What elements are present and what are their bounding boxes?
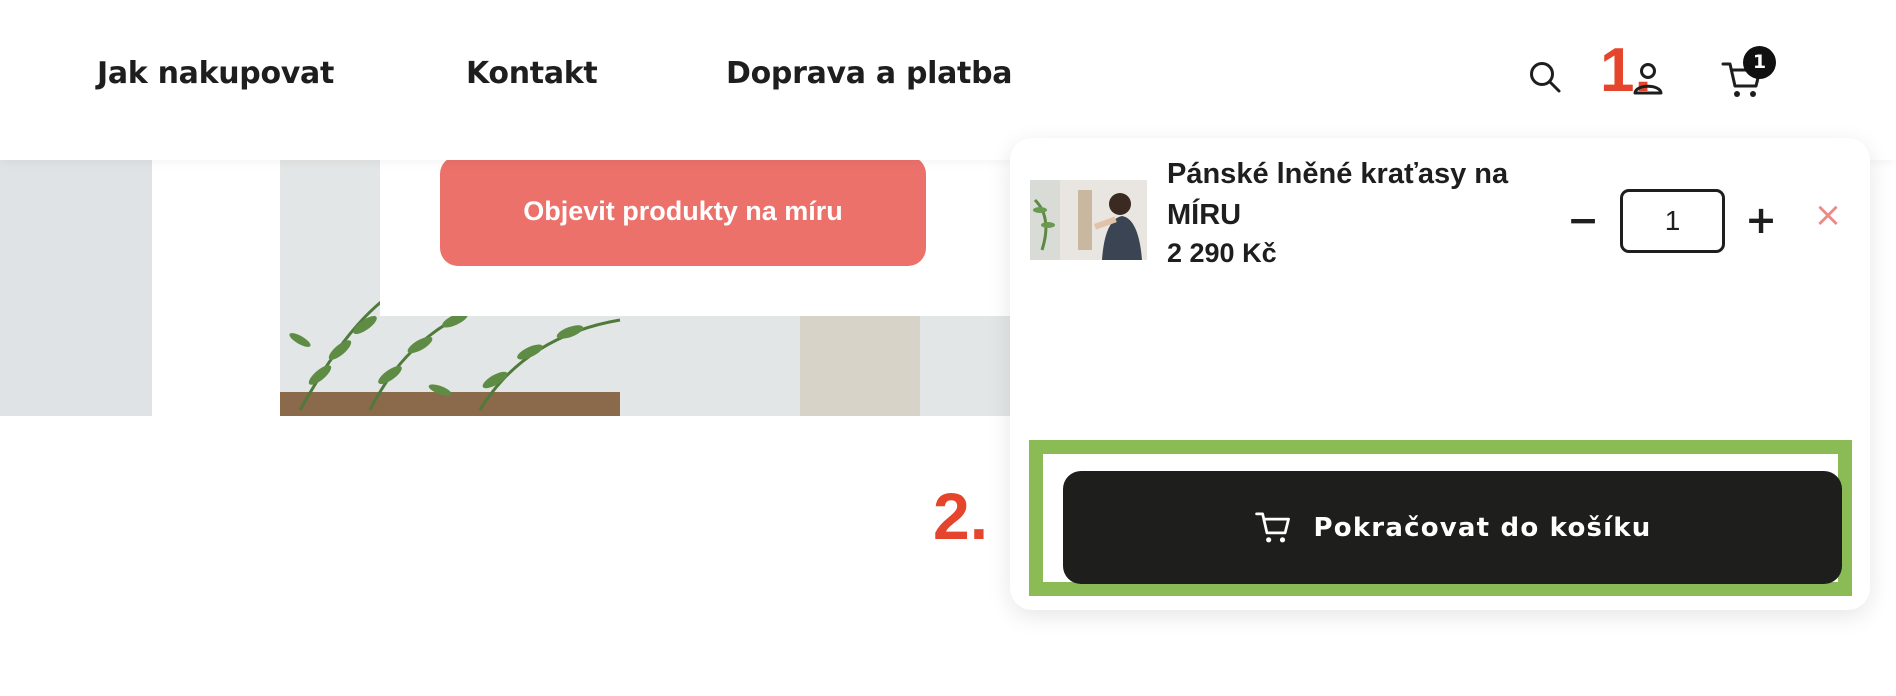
discover-products-button[interactable]: Objevit produkty na míru — [440, 156, 926, 266]
cart-item-price: 2 290 Kč — [1167, 238, 1277, 268]
mini-cart-popup: Pánské lněné kraťasy na MÍRU 2 290 Kč − … — [1010, 138, 1870, 610]
user-icon[interactable] — [1630, 60, 1666, 98]
nav-link-shipping-payment[interactable]: Doprava a platba — [726, 56, 1013, 91]
decrease-quantity-button[interactable]: − — [1563, 200, 1603, 240]
nav-link-how-to-shop[interactable]: Jak nakupovat — [97, 56, 334, 91]
nav-link-contact[interactable]: Kontakt — [466, 56, 598, 91]
cart-count-badge: 1 — [1743, 46, 1776, 79]
continue-to-cart-label: Pokračovat do košíku — [1313, 512, 1652, 543]
continue-to-cart-button[interactable]: Pokračovat do košíku — [1063, 471, 1842, 584]
remove-item-button[interactable]: × — [1813, 198, 1843, 232]
quantity-input[interactable] — [1620, 189, 1725, 253]
hero-grey-panel — [0, 160, 152, 416]
increase-quantity-button[interactable]: + — [1741, 200, 1781, 240]
cart-item-name[interactable]: Pánské lněné kraťasy na MÍRU — [1167, 154, 1567, 236]
cart-icon — [1254, 507, 1292, 548]
site-header: Jak nakupovat Kontakt Doprava a platba 1… — [0, 0, 1896, 160]
checkout-highlight-frame: Pokračovat do košíku — [1029, 440, 1852, 596]
product-thumbnail[interactable] — [1030, 180, 1147, 260]
step-2-annotation: 2. — [933, 479, 989, 553]
search-icon[interactable] — [1528, 60, 1562, 94]
